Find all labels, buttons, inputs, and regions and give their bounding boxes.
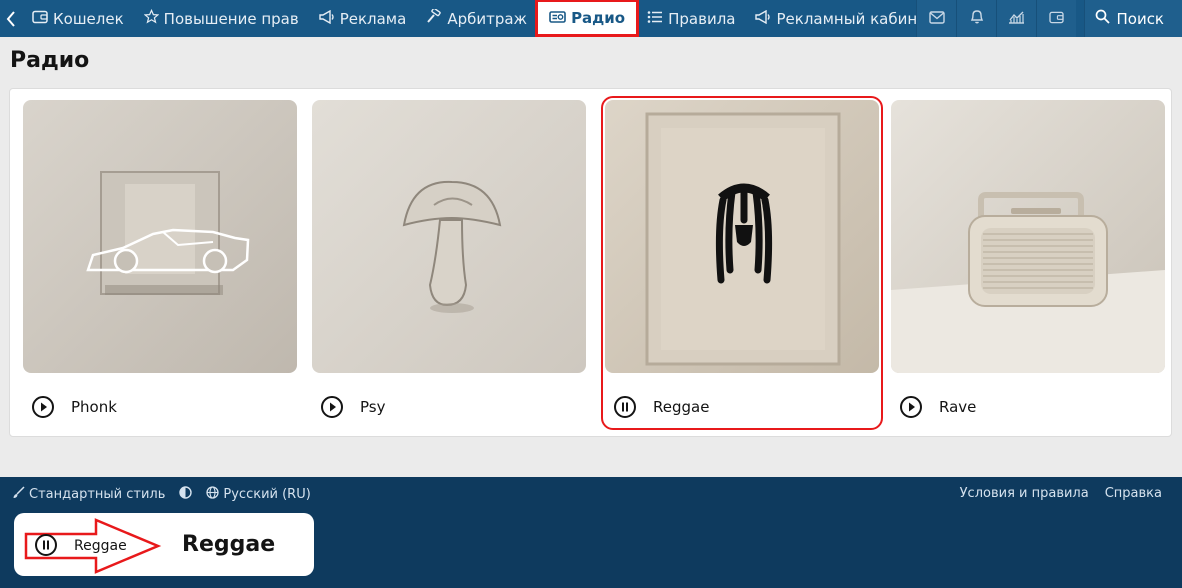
alerts-button[interactable] [956, 0, 997, 37]
station-cover-psy [312, 100, 586, 373]
station-name: Rave [939, 398, 977, 416]
nav-item-upgrade[interactable]: Повышение прав [134, 0, 309, 37]
nav-item-label: Правила [668, 9, 736, 28]
search-label: Поиск [1116, 9, 1164, 28]
wallet-icon [1049, 9, 1065, 28]
station-card-phonk[interactable]: Phonk [23, 100, 297, 426]
station-cover-rave [891, 100, 1165, 373]
now-playing-title: Reggae [182, 532, 276, 557]
inbox-button[interactable] [916, 0, 957, 37]
brush-icon [12, 486, 25, 503]
language-label: Русский (RU) [223, 487, 311, 502]
play-icon [899, 396, 923, 423]
stats-button[interactable] [996, 0, 1037, 37]
back-icon[interactable] [0, 0, 22, 37]
gavel-icon [426, 7, 442, 28]
pause-icon [613, 396, 637, 423]
station-card-reggae[interactable]: Reggae [601, 96, 883, 430]
play-button[interactable] [899, 395, 923, 419]
nav-item-label: Радио [571, 9, 626, 27]
nav-item-radio[interactable]: Радио [535, 0, 640, 37]
chart-icon [1008, 9, 1025, 28]
megaphone-icon [318, 9, 335, 28]
player-pause-button[interactable] [34, 533, 58, 557]
player-station-label: Reggae [74, 538, 127, 554]
play-icon [320, 396, 344, 423]
nav-item-arbitration[interactable]: Арбитраж [416, 0, 537, 37]
station-name: Reggae [653, 398, 710, 416]
page-title: Радио [10, 48, 90, 73]
nav-item-ads[interactable]: Реклама [309, 0, 417, 37]
list-icon [647, 10, 663, 28]
nav-item-ad-cabinet[interactable]: Рекламный кабинет [745, 0, 945, 37]
station-cover-reggae [605, 100, 879, 373]
contrast-icon [179, 486, 193, 503]
wallet-button[interactable] [1036, 0, 1077, 37]
nav-item-label: Реклама [339, 9, 407, 28]
play-button[interactable] [31, 395, 55, 419]
top-navigation: Кошелек Повышение прав Реклама Арбитраж … [0, 0, 1182, 37]
pause-icon [34, 534, 58, 561]
nav-item-wallet[interactable]: Кошелек [22, 0, 134, 37]
play-button[interactable] [320, 395, 344, 419]
station-cover-phonk [23, 100, 297, 373]
station-name: Psy [360, 398, 386, 416]
style-label: Стандартный стиль [29, 487, 166, 502]
search-button[interactable]: Поиск [1084, 0, 1182, 37]
station-card-rave[interactable]: Rave [891, 100, 1165, 426]
nav-item-label: Рекламный кабинет [776, 9, 936, 28]
pause-button[interactable] [613, 395, 637, 419]
play-icon [31, 396, 55, 423]
megaphone-icon [755, 9, 771, 28]
globe-icon [206, 486, 220, 503]
mini-player: Reggae Reggae [14, 513, 314, 576]
stations-panel: Phonk Psy Reggae Rave [9, 88, 1172, 437]
theme-toggle[interactable] [179, 486, 193, 503]
radio-icon [549, 9, 566, 27]
language-chooser-link[interactable]: Русский (RU) [206, 486, 311, 503]
nav-item-label: Арбитраж [447, 9, 528, 28]
station-name: Phonk [71, 398, 117, 416]
style-chooser-link[interactable]: Стандартный стиль [12, 486, 165, 503]
terms-link[interactable]: Условия и правила [960, 486, 1089, 501]
help-link[interactable]: Справка [1105, 486, 1162, 501]
nav-item-label: Кошелек [53, 9, 124, 28]
bell-icon [970, 9, 984, 28]
star-icon [143, 8, 160, 28]
nav-item-rules[interactable]: Правила [637, 0, 745, 37]
wallet-icon [32, 10, 48, 28]
station-card-psy[interactable]: Psy [312, 100, 586, 426]
nav-item-label: Повышение прав [163, 9, 299, 28]
search-icon [1095, 9, 1111, 28]
mail-icon [929, 9, 945, 28]
